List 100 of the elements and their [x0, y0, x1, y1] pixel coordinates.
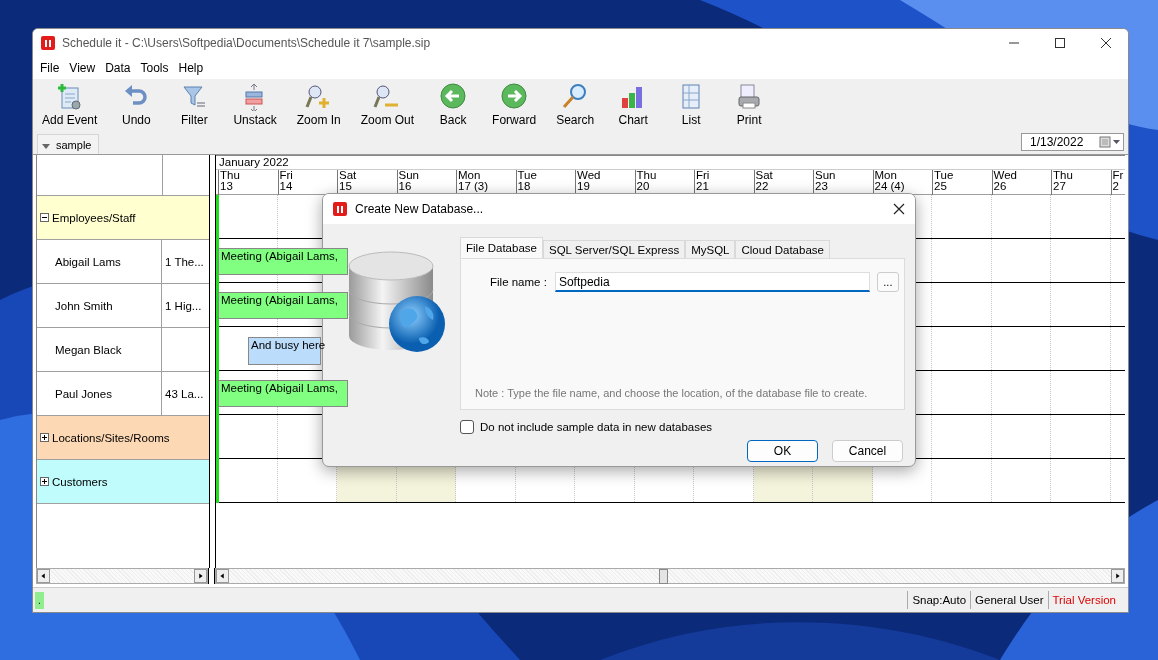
- toolbar-button[interactable]: Forward: [488, 81, 541, 129]
- toolbar-button[interactable]: Zoom Out: [356, 81, 419, 129]
- day-number: 15: [339, 181, 353, 192]
- toolbar-button[interactable]: Add Event: [38, 81, 102, 129]
- month-label: January 2022: [216, 156, 1125, 170]
- maximize-icon[interactable]: [1054, 37, 1066, 49]
- date-picker[interactable]: 1/13/2022: [1021, 133, 1124, 151]
- weekday-label: Tue: [934, 170, 955, 181]
- toolbar-button[interactable]: Chart: [610, 81, 657, 129]
- day-number: 16: [398, 181, 413, 192]
- group-row[interactable]: Employees/Staff: [37, 196, 209, 240]
- dialog-title: Create New Database...: [355, 202, 484, 216]
- toolbar-button[interactable]: Unstack: [229, 81, 281, 129]
- scroll-left-icon[interactable]: [216, 569, 229, 583]
- ok-button[interactable]: OK: [747, 440, 818, 462]
- note-text: Note : Type the file name, and choose the location, of the database file to create.: [475, 387, 868, 399]
- splitter-bar[interactable]: [209, 155, 216, 568]
- splitter-bar[interactable]: [208, 568, 215, 584]
- horizontal-scrollbar[interactable]: [36, 568, 208, 584]
- app-icon: [333, 202, 347, 216]
- day-number: 24 (4): [874, 181, 906, 192]
- day-number: 13: [220, 181, 234, 192]
- day-number: 26: [993, 181, 1008, 192]
- day-number: 22: [755, 181, 770, 192]
- weekday-label: Fr: [1112, 170, 1125, 181]
- toolbar-button[interactable]: Zoom In: [292, 81, 345, 129]
- weekday-label: Thu: [636, 170, 658, 181]
- status-indicator: .: [35, 591, 44, 609]
- weekday-label: Fri: [279, 170, 294, 181]
- weekday-label: Sat: [339, 170, 358, 181]
- group-row[interactable]: Locations/Sites/Rooms: [37, 416, 209, 460]
- weekday-label: Wed: [993, 170, 1018, 181]
- window-title: Schedule it - C:\Users\Softpedia\Documents\Schedule it 7\sample.sip: [62, 36, 431, 50]
- browse-button[interactable]: ...: [876, 272, 899, 292]
- horizontal-scrollbar[interactable]: [215, 568, 1125, 584]
- group-name: Employees/Staff: [52, 211, 136, 224]
- checkbox-label: Do not include sample data in new databases: [480, 421, 713, 433]
- resource-address: 1 Hig...: [165, 299, 202, 312]
- checkbox[interactable]: [460, 420, 474, 434]
- close-icon[interactable]: [1100, 37, 1112, 49]
- status-text: Trial Version: [1047, 591, 1120, 609]
- status-text: General User: [970, 591, 1048, 609]
- group-row[interactable]: Customers: [37, 460, 209, 504]
- day-number: 20: [636, 181, 651, 192]
- resource-name: John Smith: [55, 299, 113, 312]
- toolbar-button[interactable]: Back: [430, 81, 477, 129]
- calendar-dropdown-icon: [1099, 136, 1121, 148]
- cancel-button[interactable]: Cancel: [832, 440, 903, 462]
- toolbar-button[interactable]: Print: [726, 81, 773, 129]
- scroll-right-icon[interactable]: [1111, 569, 1124, 583]
- close-icon[interactable]: [893, 203, 905, 215]
- menu-item[interactable]: Help: [173, 61, 209, 75]
- menu-item[interactable]: Data: [100, 61, 136, 75]
- weekday-label: Tue: [517, 170, 538, 181]
- weekday-label: Mon: [874, 170, 898, 181]
- day-number: 21: [696, 181, 710, 192]
- document-plus-icon: [55, 83, 84, 111]
- day-number: 27: [1053, 181, 1067, 192]
- menu-item[interactable]: View: [64, 61, 101, 75]
- dialog-tab[interactable]: File Database: [460, 237, 543, 258]
- status-text: Snap:Auto: [907, 591, 971, 609]
- resource-address: 1 The...: [165, 255, 204, 268]
- day-number: 17 (3): [458, 181, 490, 192]
- scroll-left-icon[interactable]: [37, 569, 50, 583]
- resource-address: 43 La...: [165, 387, 204, 400]
- day-number: 23: [815, 181, 829, 192]
- event-bar[interactable]: Meeting (Abigail Lams,: [218, 292, 348, 319]
- toolbar-button[interactable]: Search: [552, 81, 599, 129]
- app-icon: [41, 36, 55, 50]
- day-number: 18: [517, 181, 532, 192]
- event-bar[interactable]: Meeting (Abigail Lams,: [218, 380, 348, 407]
- dialog-tab[interactable]: SQL Server/SQL Express: [542, 240, 686, 258]
- day-number: 2: [1112, 181, 1120, 192]
- resource-name: Abigail Lams: [55, 255, 121, 268]
- resource-name: Paul Jones: [55, 387, 112, 400]
- menu-item[interactable]: File: [35, 61, 65, 75]
- field-label: File name :: [490, 276, 547, 288]
- toolbar-button[interactable]: List: [668, 81, 715, 129]
- toolbar-button[interactable]: Filter: [171, 81, 218, 129]
- event-bar[interactable]: Meeting (Abigail Lams,: [218, 248, 348, 275]
- dialog-tab[interactable]: Cloud Database: [735, 240, 830, 258]
- group-name: Customers: [52, 475, 108, 488]
- day-number: 14: [279, 181, 294, 192]
- group-name: Locations/Sites/Rooms: [52, 431, 170, 444]
- weekday-label: Mon: [458, 170, 482, 181]
- scroll-right-icon[interactable]: [194, 569, 207, 583]
- weekday-label: Sun: [815, 170, 837, 181]
- expander-toggle[interactable]: [40, 433, 49, 442]
- day-number: 19: [577, 181, 591, 192]
- weekday-label: Fri: [696, 170, 711, 181]
- weekday-label: Thu: [220, 170, 241, 181]
- toolbar-button[interactable]: Undo: [113, 81, 160, 129]
- menu-item[interactable]: Tools: [135, 61, 174, 75]
- dialog-tab[interactable]: MySQL: [685, 240, 736, 258]
- expander-toggle[interactable]: [40, 477, 49, 486]
- caret-icon: [42, 143, 50, 149]
- day-number: 25: [934, 181, 948, 192]
- file-name-field[interactable]: Softpedia: [554, 272, 870, 292]
- expander-toggle[interactable]: [40, 213, 49, 222]
- view-tab[interactable]: sample: [37, 134, 100, 154]
